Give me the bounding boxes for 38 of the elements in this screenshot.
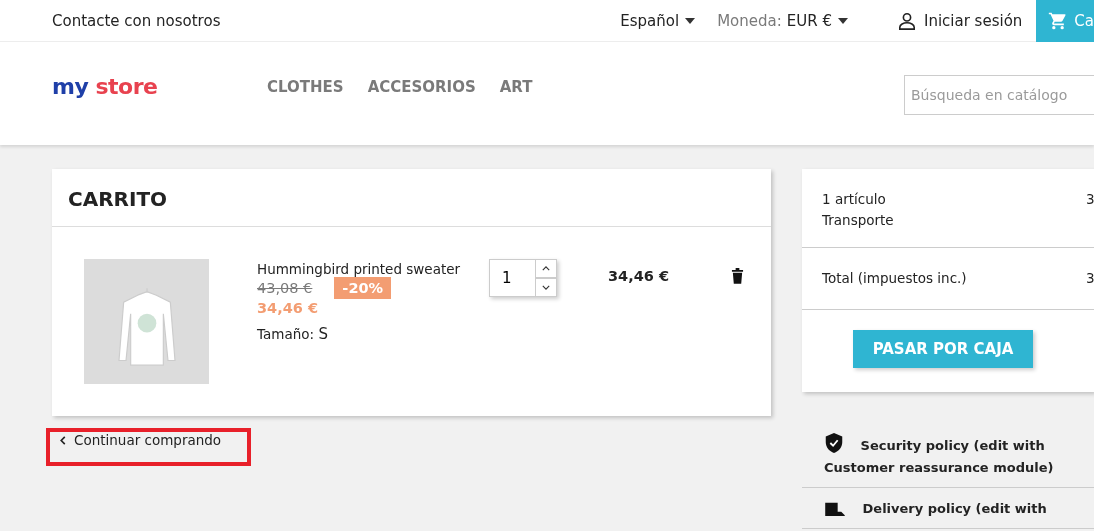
contact-link[interactable]: Contacte con nosotros (52, 11, 221, 30)
policy-text: Delivery policy (edit with (824, 498, 1094, 520)
line-total: 34,46 € (608, 268, 670, 284)
currency-dropdown[interactable]: EUR € (786, 11, 848, 30)
cart-title: CARRITO (52, 169, 771, 227)
store-logo[interactable]: my store (52, 74, 232, 99)
trash-icon (731, 267, 744, 284)
summary-value: 3 (1086, 190, 1094, 209)
menu-item[interactable]: ACCESORIOS (367, 77, 476, 96)
chevron-down-icon (542, 285, 550, 290)
summary-label: Transporte (822, 211, 894, 230)
currency-label: Moneda: (717, 11, 782, 30)
chevron-left-icon (60, 435, 66, 445)
sign-in-link[interactable]: Iniciar sesión (923, 11, 1023, 30)
product-price: 34,46 € (257, 300, 319, 316)
attribute-value: S (318, 325, 328, 343)
menu-item[interactable]: CLOTHES (267, 77, 344, 96)
delete-button[interactable] (731, 267, 744, 284)
attribute-label: Tamaño: (257, 326, 315, 342)
policy-text: Security policy (edit with Customer reassurance module) (824, 432, 1094, 479)
search-field[interactable]: Búsqueda en catálogo (904, 74, 1094, 115)
total-label: Total (impuestos inc.) (822, 269, 967, 288)
increase-button[interactable] (536, 259, 557, 278)
language-dropdown[interactable]: Español (620, 11, 696, 30)
menu-item[interactable]: ART (499, 77, 533, 96)
continue-shopping-link[interactable]: Continuar comprando (60, 432, 222, 448)
quantity-field[interactable]: 1 (489, 259, 536, 297)
regular-price: 43,08 € (257, 280, 313, 296)
caret-icon (685, 17, 696, 24)
product-name[interactable]: Hummingbird printed sweater (257, 261, 489, 277)
caret-icon (837, 17, 848, 24)
chevron-up-icon (542, 266, 550, 271)
shield-check-icon (824, 432, 844, 454)
discount-badge: -20% (334, 277, 392, 299)
total-value: 3 (1086, 269, 1094, 288)
decrease-button[interactable] (536, 278, 557, 297)
user-icon (897, 11, 916, 30)
summary-label: 1 artículo (822, 190, 886, 209)
